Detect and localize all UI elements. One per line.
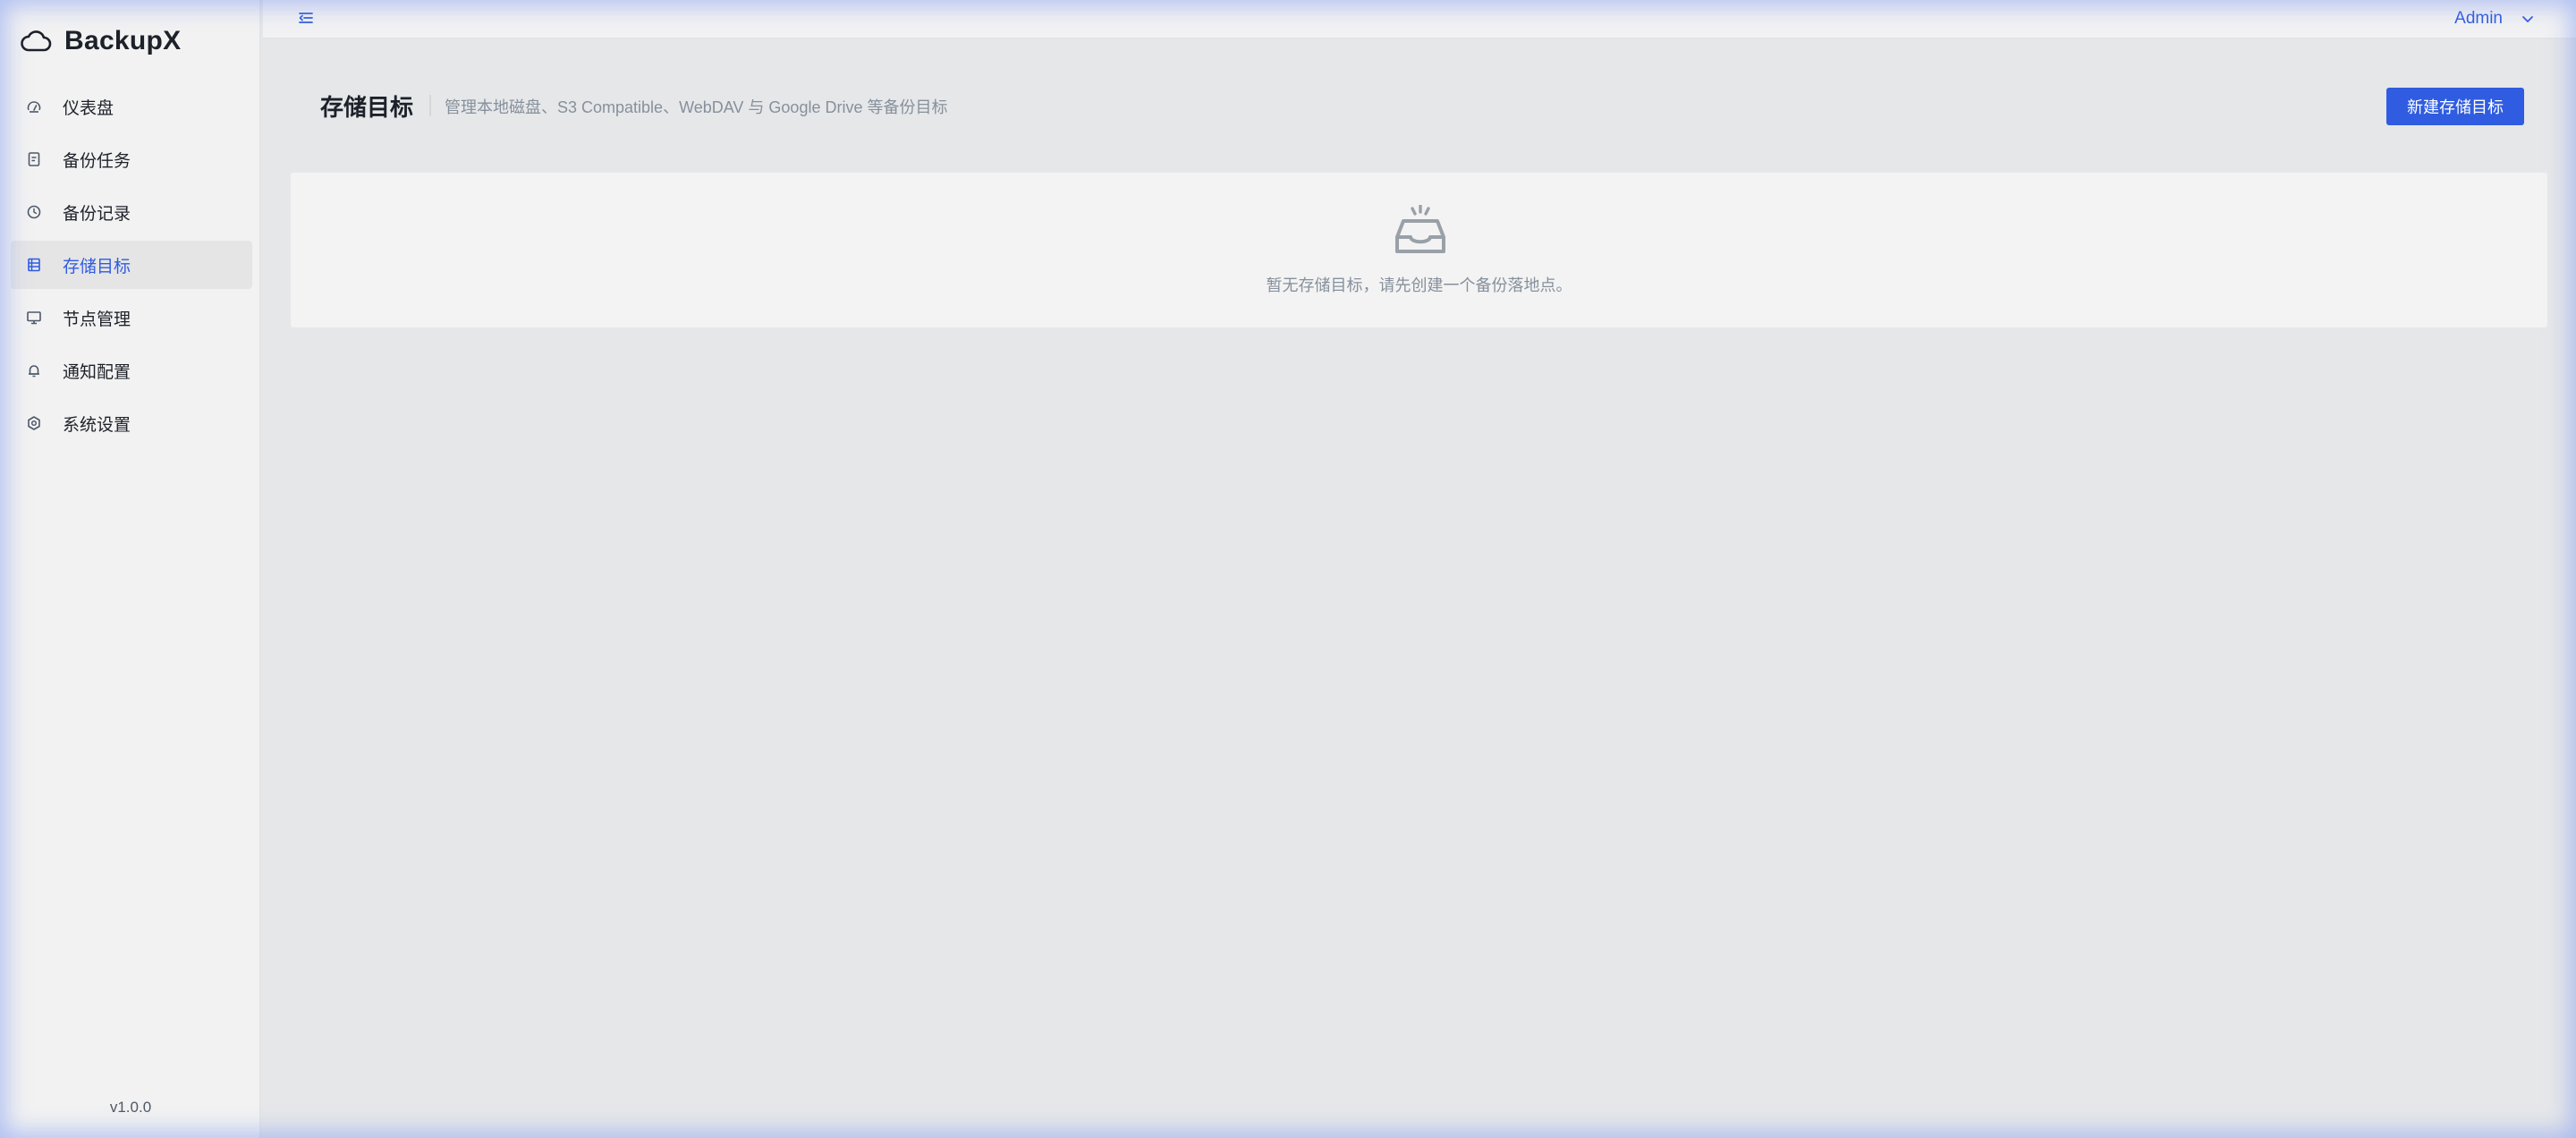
sidebar-item-dashboard[interactable]: 仪表盘 — [11, 82, 252, 131]
sidebar-item-storage-targets[interactable]: 存储目标 — [11, 241, 252, 289]
page-subtitle: 管理本地磁盘、S3 Compatible、WebDAV 与 Google Dri… — [445, 98, 948, 116]
sidebar-item-notification-config[interactable]: 通知配置 — [11, 346, 252, 395]
sidebar-item-label: 备份记录 — [63, 204, 131, 224]
app-name: BackupX — [64, 26, 182, 55]
settings-gear-icon — [25, 414, 43, 432]
sidebar-item-label: 存储目标 — [63, 257, 131, 276]
cloud-icon — [21, 30, 52, 52]
sidebar-item-label: 备份任务 — [63, 151, 131, 171]
collapse-menu-icon[interactable] — [297, 9, 315, 27]
user-menu[interactable]: Admin — [2454, 7, 2535, 30]
sidebar-nav: 仪表盘 备份任务 备份记录 存储目标 节点管理 通知配置 系统设置 — [11, 82, 252, 452]
app-logo[interactable]: BackupX — [20, 23, 181, 59]
user-name: Admin — [2454, 9, 2503, 28]
sidebar-item-system-settings[interactable]: 系统设置 — [11, 399, 252, 447]
top-bar: Admin — [263, 0, 2576, 39]
bell-icon — [25, 361, 43, 379]
sidebar-item-backup-tasks[interactable]: 备份任务 — [11, 135, 252, 183]
empty-inbox-icon — [1394, 205, 1445, 253]
sidebar-item-node-management[interactable]: 节点管理 — [11, 293, 252, 342]
app-version: v1.0.0 — [109, 1099, 152, 1116]
create-storage-target-button[interactable]: 新建存储目标 — [2386, 88, 2524, 125]
sidebar-item-label: 仪表盘 — [63, 98, 114, 118]
title-divider — [429, 95, 431, 116]
page-title: 存储目标 — [320, 94, 414, 121]
empty-state-card: 暂无存储目标，请先创建一个备份落地点。 — [291, 173, 2547, 327]
monitor-icon — [25, 309, 43, 327]
sidebar-item-label: 系统设置 — [63, 415, 131, 435]
sidebar-item-label: 节点管理 — [63, 310, 131, 329]
dashboard-icon — [25, 98, 43, 115]
task-file-icon — [25, 150, 43, 168]
sidebar-item-label: 通知配置 — [63, 362, 131, 382]
storage-list-icon — [25, 256, 43, 274]
sidebar: BackupX 仪表盘 备份任务 备份记录 存储目标 节点管理 通知配置 系统设… — [0, 0, 261, 1138]
screen-edge-glow — [0, 0, 2576, 1138]
history-clock-icon — [25, 203, 43, 221]
sidebar-item-backup-records[interactable]: 备份记录 — [11, 188, 252, 236]
chevron-down-icon — [2522, 16, 2533, 22]
empty-state-text: 暂无存储目标，请先创建一个备份落地点。 — [1266, 276, 1572, 294]
